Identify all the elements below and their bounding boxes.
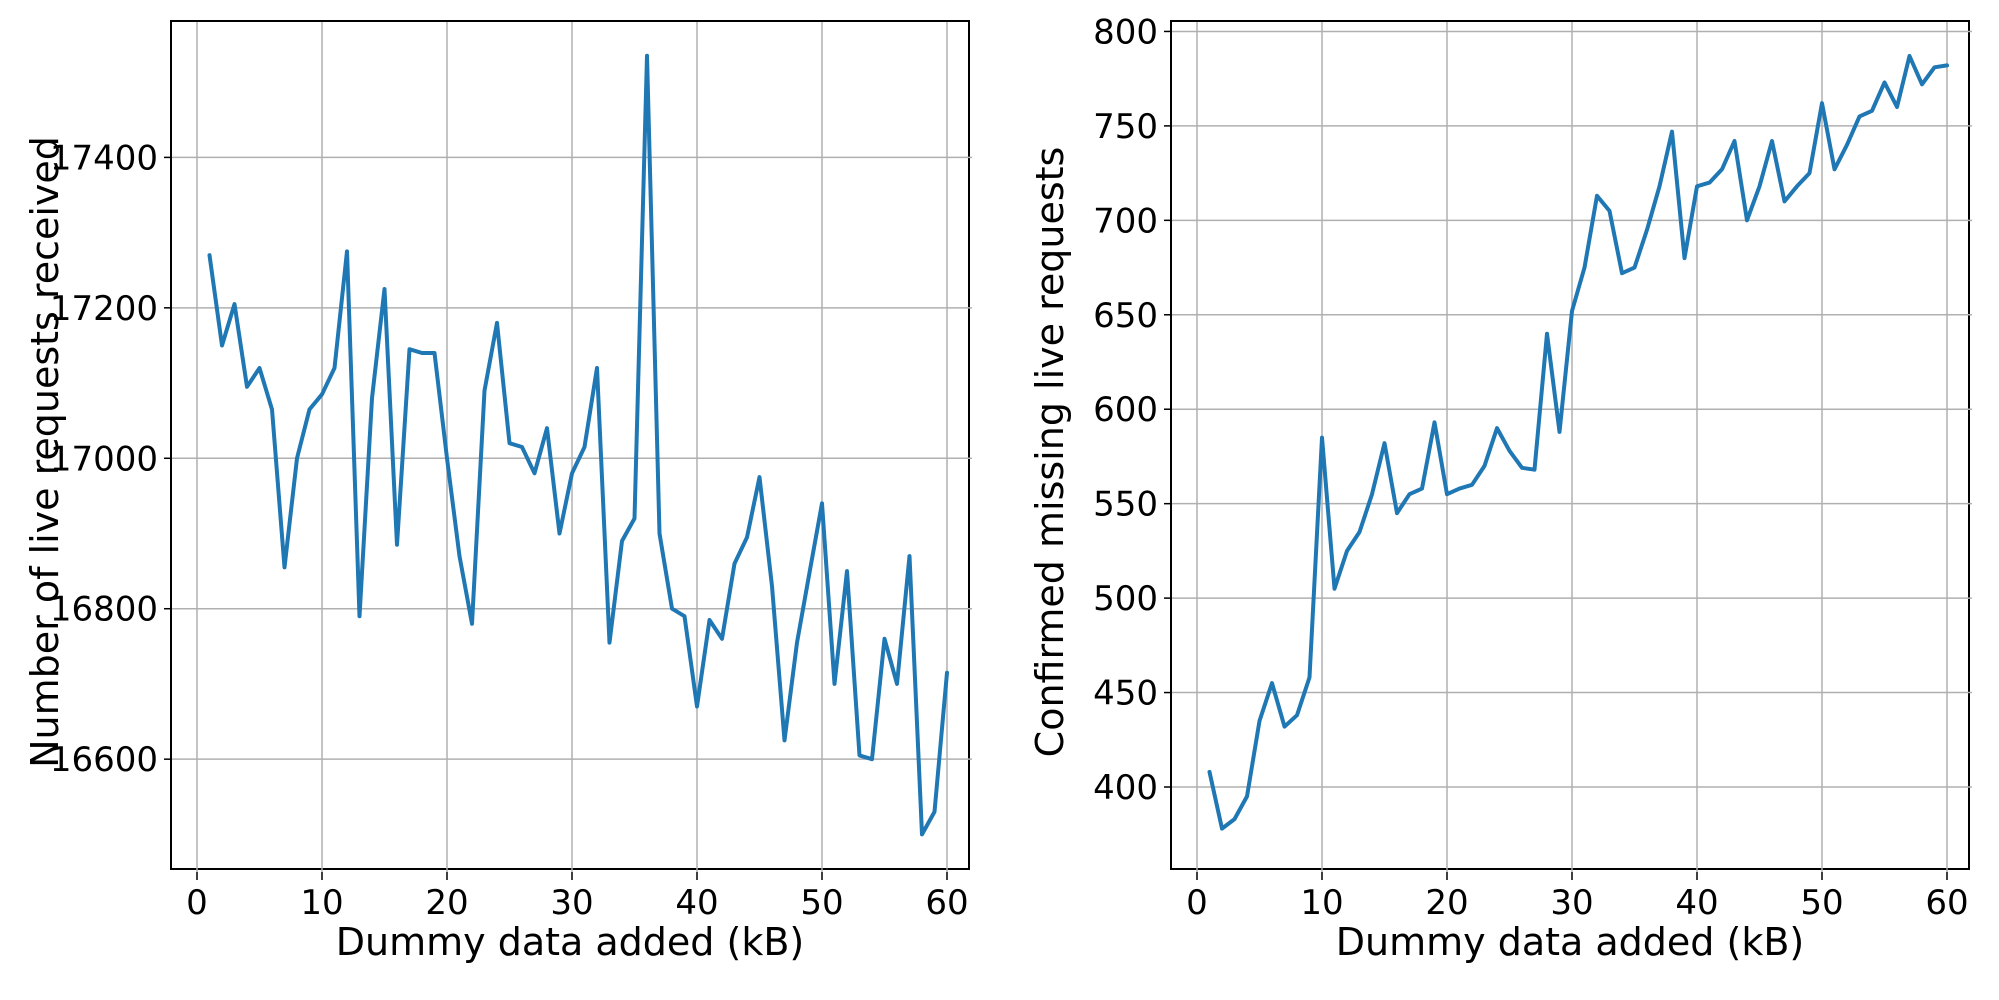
xlabel-left: Dummy data added (kB) — [170, 920, 970, 964]
xticks-right: 0 10 20 30 40 50 60 — [1186, 872, 1968, 923]
svg-text:650: 650 — [1093, 296, 1158, 336]
svg-text:750: 750 — [1093, 107, 1158, 147]
chart-left: 0102030405060 1660016800170001720017400 — [170, 20, 970, 870]
svg-text:550: 550 — [1093, 485, 1158, 525]
svg-text:0: 0 — [1186, 883, 1208, 923]
svg-text:10: 10 — [300, 883, 343, 923]
ylabel-right: Confirmed missing live requests — [1028, 27, 1072, 877]
svg-text:20: 20 — [425, 883, 468, 923]
svg-text:700: 700 — [1093, 201, 1158, 241]
svg-text:400: 400 — [1093, 768, 1158, 808]
svg-text:40: 40 — [1675, 883, 1718, 923]
data-line-left — [210, 56, 948, 835]
grid-right — [1172, 22, 1972, 872]
svg-text:60: 60 — [1925, 883, 1968, 923]
chart-right: 0102030405060 40045050055060065070075080… — [1170, 20, 1970, 870]
svg-text:600: 600 — [1093, 390, 1158, 430]
xlabel-right: Dummy data added (kB) — [1170, 920, 1970, 964]
data-line-right — [1210, 56, 1948, 829]
grid-left — [172, 22, 972, 872]
svg-text:0: 0 — [186, 883, 208, 923]
figure: 0102030405060 1660016800170001720017400 … — [0, 0, 1999, 1000]
svg-text:50: 50 — [800, 883, 843, 923]
svg-text:30: 30 — [550, 883, 593, 923]
svg-text:50: 50 — [1800, 883, 1843, 923]
ylabel-left: Number of live requests received — [23, 27, 67, 877]
svg-text:10: 10 — [1300, 883, 1343, 923]
svg-text:800: 800 — [1093, 12, 1158, 52]
svg-text:60: 60 — [925, 883, 968, 923]
svg-text:30: 30 — [1550, 883, 1593, 923]
svg-text:20: 20 — [1425, 883, 1468, 923]
yticks-right: 400 450 500 550 600 650 700 750 800 — [1093, 12, 1172, 808]
svg-text:450: 450 — [1093, 674, 1158, 714]
svg-text:40: 40 — [675, 883, 718, 923]
svg-text:500: 500 — [1093, 579, 1158, 619]
yticks-left: 1660016800170001720017400 — [50, 138, 172, 780]
xticks-left: 0 10 20 30 40 50 60 — [186, 872, 968, 923]
